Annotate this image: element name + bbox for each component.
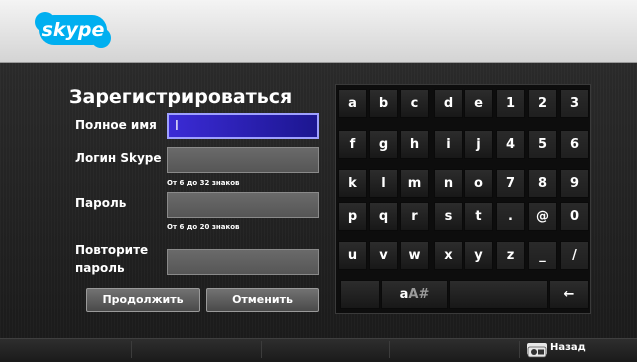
- keyboard-key[interactable]: 4: [496, 130, 525, 159]
- keyboard-key[interactable]: 5: [528, 130, 557, 159]
- keyboard-key[interactable]: m: [400, 169, 429, 198]
- keyboard-key[interactable]: 9: [560, 169, 589, 198]
- keyboard-key[interactable]: o: [464, 169, 493, 198]
- full-name-field[interactable]: I: [167, 113, 319, 139]
- keyboard-key[interactable]: _: [528, 241, 557, 270]
- keyboard-key[interactable]: 6: [560, 130, 589, 159]
- keyboard-key[interactable]: u: [338, 241, 367, 270]
- repeat-password-label-line1: Повторите: [75, 243, 149, 257]
- keyboard-key[interactable]: c: [400, 89, 429, 118]
- keyboard-key[interactable]: @: [528, 202, 557, 231]
- remote-button-icon: [527, 343, 547, 358]
- cancel-button[interactable]: Отменить: [206, 288, 319, 312]
- password-label: Пароль: [75, 196, 127, 210]
- footer-divider: [261, 341, 262, 358]
- continue-button[interactable]: Продолжить: [86, 288, 200, 312]
- keyboard-key[interactable]: 3: [560, 89, 589, 118]
- login-field[interactable]: [167, 147, 319, 173]
- keyboard-key[interactable]: g: [369, 130, 398, 159]
- keyboard-key[interactable]: w: [400, 241, 429, 270]
- keyboard-key[interactable]: s: [434, 202, 463, 231]
- login-label: Логин Skype: [75, 151, 162, 165]
- full-name-label: Полное имя: [75, 118, 157, 132]
- footer-divider: [389, 341, 390, 358]
- keyboard-key[interactable]: v: [369, 241, 398, 270]
- keyboard-key[interactable]: k: [338, 169, 367, 198]
- keyboard-key[interactable]: y: [464, 241, 493, 270]
- keyboard-key[interactable]: 0: [560, 202, 589, 231]
- keyboard-key[interactable]: /: [560, 241, 589, 270]
- repeat-password-field[interactable]: [167, 249, 319, 275]
- keyboard-key[interactable]: q: [369, 202, 398, 231]
- keyboard-key[interactable]: 1: [496, 89, 525, 118]
- header-bar: skype: [0, 0, 637, 63]
- shift-key[interactable]: aA#: [381, 280, 448, 309]
- keyboard-key[interactable]: d: [434, 89, 463, 118]
- keyboard-key[interactable]: l: [369, 169, 398, 198]
- keyboard-key[interactable]: 8: [528, 169, 557, 198]
- keyboard-key[interactable]: f: [338, 130, 367, 159]
- password-hint: От 6 до 20 знаков: [167, 223, 240, 231]
- keyboard-key[interactable]: r: [400, 202, 429, 231]
- space-key[interactable]: [449, 280, 548, 309]
- skype-logo-text: skype: [42, 19, 105, 41]
- keyboard-key[interactable]: i: [434, 130, 463, 159]
- back-button[interactable]: Назад: [550, 342, 586, 353]
- keyboard-key[interactable]: 2: [528, 89, 557, 118]
- login-hint: От 6 до 32 знаков: [167, 179, 240, 187]
- keyboard-key[interactable]: e: [464, 89, 493, 118]
- backspace-key[interactable]: ←: [549, 280, 589, 309]
- shift-key-upper: A#: [408, 287, 430, 302]
- password-field[interactable]: [167, 192, 319, 218]
- skype-logo: skype: [35, 12, 111, 48]
- keyboard-key[interactable]: .: [496, 202, 525, 231]
- keyboard-key[interactable]: 7: [496, 169, 525, 198]
- keyboard-key[interactable]: x: [434, 241, 463, 270]
- keyboard-key[interactable]: j: [464, 130, 493, 159]
- keyboard-key[interactable]: t: [464, 202, 493, 231]
- footer-divider: [519, 341, 520, 358]
- keyboard-key[interactable]: a: [338, 89, 367, 118]
- keyboard-key[interactable]: p: [338, 202, 367, 231]
- page-title: Зарегистрироваться: [69, 86, 293, 108]
- keyboard-key[interactable]: z: [496, 241, 525, 270]
- key-blank[interactable]: [340, 280, 380, 309]
- keyboard-key[interactable]: n: [434, 169, 463, 198]
- keyboard-key[interactable]: h: [400, 130, 429, 159]
- keyboard-key[interactable]: b: [369, 89, 398, 118]
- repeat-password-label-line2: пароль: [75, 261, 125, 275]
- footer-divider: [131, 341, 132, 358]
